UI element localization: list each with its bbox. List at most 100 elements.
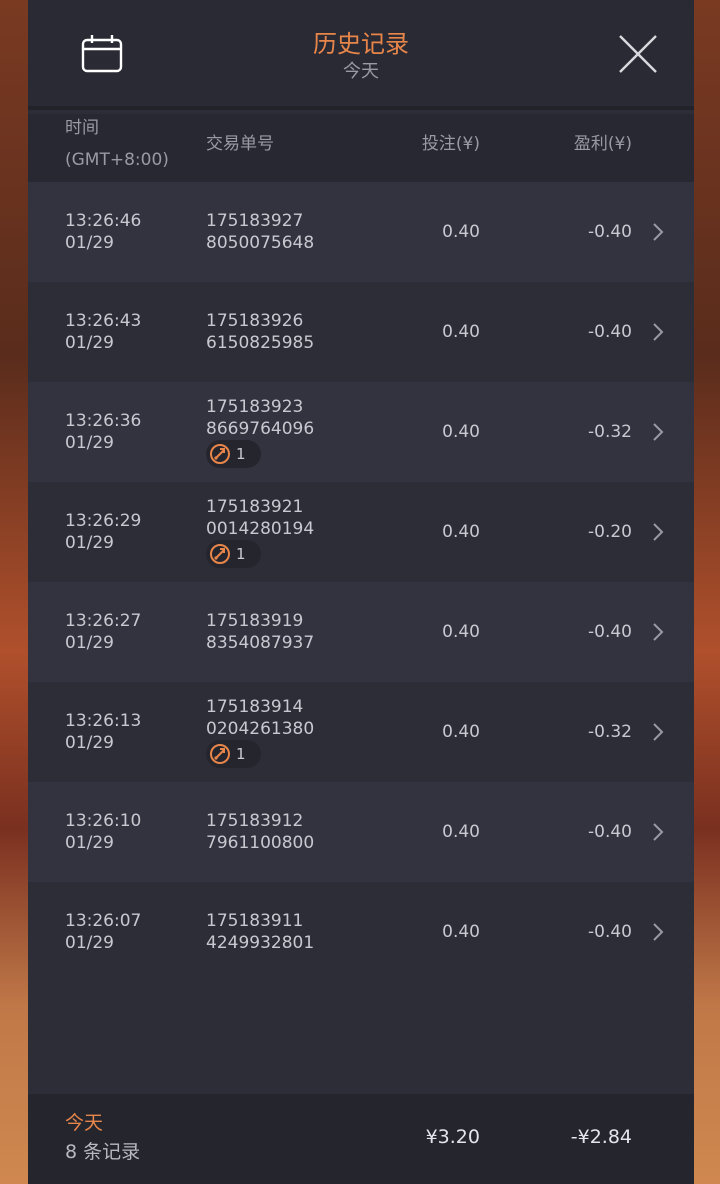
row-order-line2: 0204261380 xyxy=(206,719,315,739)
row-time: 13:26:46 01/29 xyxy=(65,210,141,254)
row-time: 13:26:27 01/29 xyxy=(65,610,141,654)
free-spin-count: 1 xyxy=(236,445,246,463)
row-time-value: 13:26:43 xyxy=(65,311,142,331)
table-row[interactable]: 13:26:43 01/29 175183926 6150825985 0.40 -0.4… xyxy=(28,282,694,382)
background-left xyxy=(0,0,28,1184)
row-order-line2: 4249932801 xyxy=(206,933,315,953)
row-profit: -0.32 xyxy=(588,422,632,442)
row-bet: 0.40 xyxy=(442,722,480,742)
free-spin-count: 1 xyxy=(236,745,246,763)
table-row[interactable]: 13:26:07 01/29 175183911 4249932801 0.40 -0.4… xyxy=(28,882,694,982)
row-order-line1: 175183914 xyxy=(206,697,304,717)
row-date-value: 01/29 xyxy=(65,933,114,953)
row-profit: -0.32 xyxy=(588,722,632,742)
row-order-line2: 7961100800 xyxy=(206,833,315,853)
row-order-line2: 6150825985 xyxy=(206,333,315,353)
row-time: 13:26:29 01/29 xyxy=(65,510,141,554)
free-spin-icon xyxy=(210,544,230,564)
row-order: 175183921 0014280194 xyxy=(206,496,314,540)
record-count: 8 条记录 xyxy=(65,1141,141,1163)
row-order: 175183919 8354087937 xyxy=(206,610,314,654)
row-time: 13:26:07 01/29 xyxy=(65,910,141,954)
column-order: 交易单号 xyxy=(206,134,274,154)
free-spin-icon xyxy=(210,444,230,464)
table-row[interactable]: 13:26:29 01/29 175183921 0014280194 1 0.40 -0.… xyxy=(28,482,694,582)
history-panel: 历史记录 今天 时间 (GMT+8:00) 交易单号 投注(¥) 盈利(¥) 1… xyxy=(28,0,694,1184)
table-row[interactable]: 13:26:46 01/29 175183927 8050075648 0.40 -0.4… xyxy=(28,182,694,282)
column-bet: 投注(¥) xyxy=(421,134,480,154)
chevron-right-icon xyxy=(653,923,664,941)
table-row[interactable]: 13:26:36 01/29 175183923 8669764096 1 0.40 -0.… xyxy=(28,382,694,482)
page-title: 历史记录 xyxy=(313,30,409,58)
chevron-right-icon xyxy=(653,423,664,441)
row-date-value: 01/29 xyxy=(65,233,114,253)
row-time-value: 13:26:27 xyxy=(65,611,142,631)
row-order: 175183926 6150825985 xyxy=(206,310,314,354)
row-time-value: 13:26:46 xyxy=(65,211,142,231)
chevron-right-icon xyxy=(653,523,664,541)
row-time: 13:26:10 01/29 xyxy=(65,810,141,854)
row-order-line1: 175183923 xyxy=(206,397,304,417)
row-time: 13:26:43 01/29 xyxy=(65,310,141,354)
row-profit: -0.40 xyxy=(588,222,632,242)
row-bet: 0.40 xyxy=(442,922,480,942)
row-order-line2: 0014280194 xyxy=(206,519,315,539)
summary-footer: 今天 8 条记录 ¥3.20 -¥2.84 xyxy=(28,1094,694,1184)
free-spin-badge: 1 xyxy=(206,740,261,768)
free-spin-count: 1 xyxy=(236,545,246,563)
column-header: 时间 (GMT+8:00) 交易单号 投注(¥) 盈利(¥) xyxy=(28,114,694,182)
row-date-value: 01/29 xyxy=(65,333,114,353)
free-spin-icon xyxy=(210,744,230,764)
chevron-right-icon xyxy=(653,823,664,841)
table-row[interactable]: 13:26:27 01/29 175183919 8354087937 0.40 -0.4… xyxy=(28,582,694,682)
summary-label: 今天 xyxy=(65,1112,104,1134)
row-bet: 0.40 xyxy=(442,322,480,342)
row-order: 175183912 7961100800 xyxy=(206,810,314,854)
row-time-value: 13:26:29 xyxy=(65,511,142,531)
row-time-value: 13:26:10 xyxy=(65,811,142,831)
free-spin-badge: 1 xyxy=(206,540,261,568)
row-order: 175183914 0204261380 xyxy=(206,696,314,740)
row-profit: -0.40 xyxy=(588,322,632,342)
row-time-value: 13:26:13 xyxy=(65,711,142,731)
row-order: 175183911 4249932801 xyxy=(206,910,314,954)
row-date-value: 01/29 xyxy=(65,833,114,853)
chevron-right-icon xyxy=(653,323,664,341)
row-date-value: 01/29 xyxy=(65,633,114,653)
row-order-line2: 8354087937 xyxy=(206,633,315,653)
row-profit: -0.40 xyxy=(588,922,632,942)
page-subtitle: 今天 xyxy=(343,61,379,82)
row-bet: 0.40 xyxy=(442,522,480,542)
total-bet: ¥3.20 xyxy=(425,1126,480,1148)
row-order-line1: 175183912 xyxy=(206,811,304,831)
row-time: 13:26:13 01/29 xyxy=(65,710,141,754)
row-date-value: 01/29 xyxy=(65,733,114,753)
row-date-value: 01/29 xyxy=(65,433,114,453)
column-profit: 盈利(¥) xyxy=(573,134,632,154)
record-list: 13:26:46 01/29 175183927 8050075648 0.40 -0.4… xyxy=(28,182,694,982)
chevron-right-icon xyxy=(653,723,664,741)
row-order-line1: 175183911 xyxy=(206,911,304,931)
column-time: 时间 xyxy=(65,118,99,138)
row-order-line1: 175183919 xyxy=(206,611,304,631)
row-bet: 0.40 xyxy=(442,822,480,842)
table-row[interactable]: 13:26:13 01/29 175183914 0204261380 1 0.40 -0.… xyxy=(28,682,694,782)
free-spin-badge: 1 xyxy=(206,440,261,468)
row-profit: -0.40 xyxy=(588,622,632,642)
chevron-right-icon xyxy=(653,223,664,241)
row-date-value: 01/29 xyxy=(65,533,114,553)
row-order-line2: 8669764096 xyxy=(206,419,315,439)
row-bet: 0.40 xyxy=(442,422,480,442)
total-profit: -¥2.84 xyxy=(570,1126,632,1148)
row-order-line1: 175183927 xyxy=(206,211,304,231)
row-order-line1: 175183926 xyxy=(206,311,304,331)
row-order-line1: 175183921 xyxy=(206,497,304,517)
close-icon[interactable] xyxy=(616,32,660,76)
table-row[interactable]: 13:26:10 01/29 175183912 7961100800 0.40 -0.4… xyxy=(28,782,694,882)
row-profit: -0.40 xyxy=(588,822,632,842)
chevron-right-icon xyxy=(653,623,664,641)
row-order: 175183923 8669764096 xyxy=(206,396,314,440)
row-order-line2: 8050075648 xyxy=(206,233,315,253)
row-time-value: 13:26:07 xyxy=(65,911,142,931)
row-bet: 0.40 xyxy=(442,622,480,642)
